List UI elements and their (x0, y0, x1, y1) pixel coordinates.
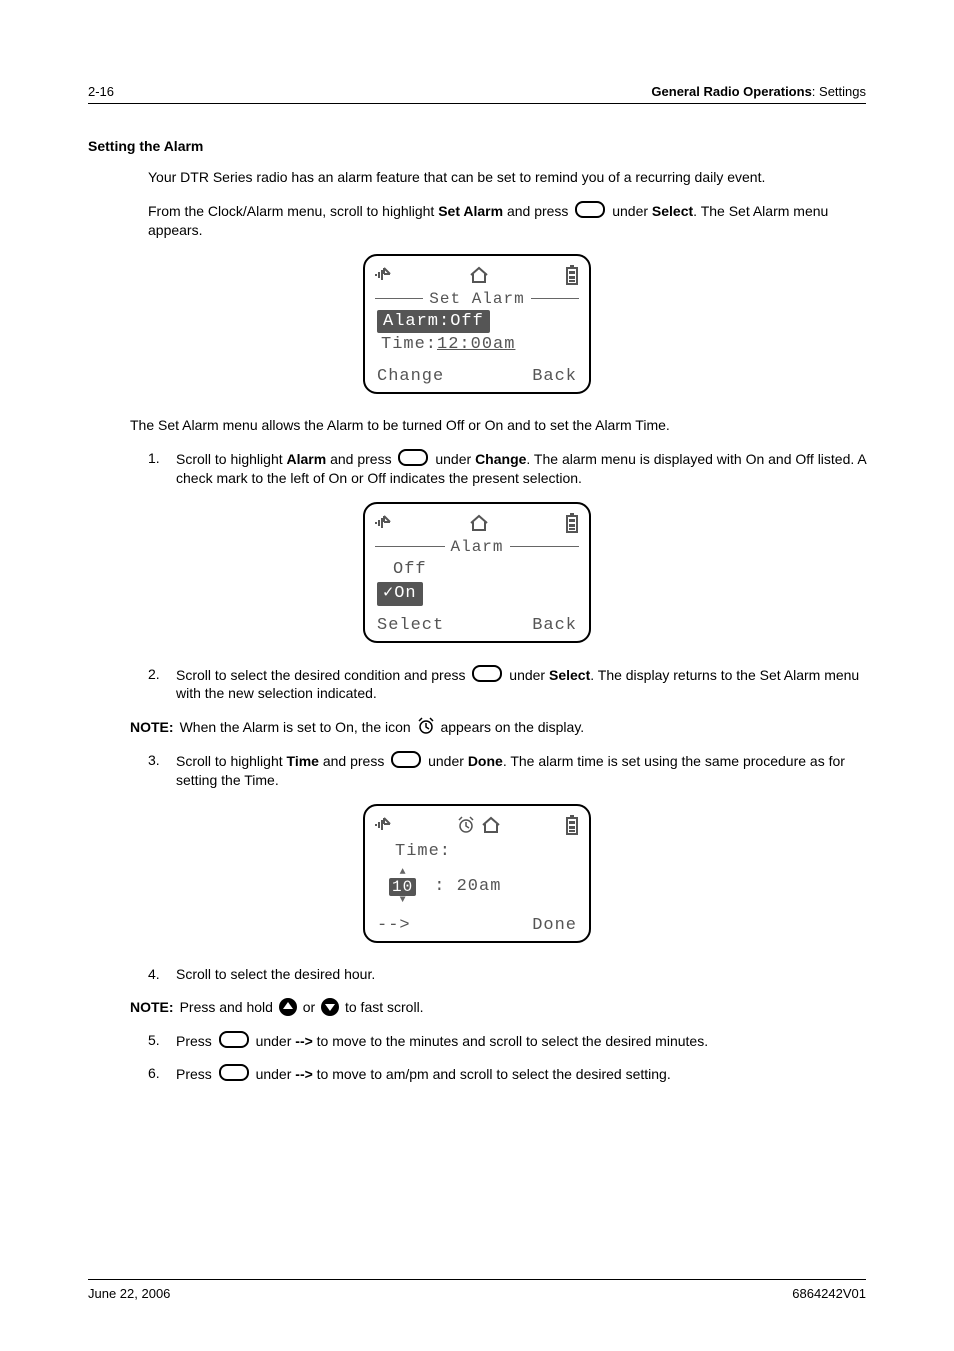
softkey-icon (219, 1031, 249, 1048)
lcd2-title: Alarm (445, 538, 510, 556)
lcd1-title: Set Alarm (423, 290, 530, 308)
softkey-icon (472, 665, 502, 682)
lcd1-left-softkey: Change (377, 367, 444, 386)
lcd3-rest: : 20am (434, 877, 501, 896)
intro-para-2: From the Clock/Alarm menu, scroll to hig… (148, 201, 866, 240)
lcd-alarm-onoff: Alarm Off ✓On Select Back (88, 502, 866, 643)
alarm-clock-icon (457, 816, 475, 834)
signal-icon (375, 267, 393, 283)
home-icon (481, 816, 501, 834)
page-number: 2-16 (88, 84, 114, 99)
note-fast-scroll: NOTE: Press and hold or to fast scroll. (130, 998, 866, 1017)
footer-docnum: 6864242V01 (792, 1286, 866, 1301)
softkey-icon (575, 201, 605, 218)
lcd2-left-softkey: Select (377, 616, 444, 635)
softkey-icon (398, 449, 428, 466)
up-button-icon (279, 998, 297, 1016)
hour-spinner: ▲ 10 ▼ (389, 868, 416, 906)
home-icon (469, 266, 489, 284)
lcd1-right-softkey: Back (532, 367, 577, 386)
step-6: 6. Press under --> to move to am/pm and … (148, 1064, 866, 1084)
lcd2-right-softkey: Back (532, 616, 577, 635)
home-icon (469, 514, 489, 532)
lcd3-left-softkey: --> (377, 916, 411, 935)
lcd2-on: ✓On (377, 582, 423, 606)
battery-icon (565, 265, 579, 285)
step-4: 4. Scroll to select the desired hour. (148, 965, 866, 984)
mid-para: The Set Alarm menu allows the Alarm to b… (130, 416, 866, 435)
alarm-clock-icon (417, 717, 435, 735)
intro-para-1: Your DTR Series radio has an alarm featu… (148, 168, 866, 187)
signal-icon (375, 817, 393, 833)
lcd3-right-softkey: Done (532, 916, 577, 935)
down-button-icon (321, 998, 339, 1016)
step-1: 1. Scroll to highlight Alarm and press u… (148, 449, 866, 488)
step-3: 3. Scroll to highlight Time and press un… (148, 751, 866, 790)
battery-icon (565, 815, 579, 835)
lcd-set-alarm: Set Alarm Alarm:Off Time:12:00am Change … (88, 254, 866, 395)
softkey-icon (219, 1064, 249, 1081)
lcd1-line2: Time:12:00am (375, 333, 579, 357)
lcd3-label: Time: (375, 840, 579, 864)
signal-icon (375, 515, 393, 531)
page-footer: June 22, 2006 6864242V01 (88, 1279, 866, 1301)
step-5: 5. Press under --> to move to the minute… (148, 1031, 866, 1051)
header-title: General Radio Operations: Settings (651, 84, 866, 99)
section-heading: Setting the Alarm (88, 138, 866, 154)
lcd2-off: Off (375, 558, 579, 582)
footer-date: June 22, 2006 (88, 1286, 170, 1301)
battery-icon (565, 513, 579, 533)
note-alarm-icon: NOTE: When the Alarm is set to On, the i… (130, 717, 866, 737)
lcd1-line1: Alarm:Off (377, 310, 490, 334)
lcd-time-set: Time: ▲ 10 ▼ : 20am --> Done (88, 804, 866, 943)
softkey-icon (391, 751, 421, 768)
page-header: 2-16 General Radio Operations: Settings (88, 84, 866, 104)
step-2: 2. Scroll to select the desired conditio… (148, 665, 866, 704)
